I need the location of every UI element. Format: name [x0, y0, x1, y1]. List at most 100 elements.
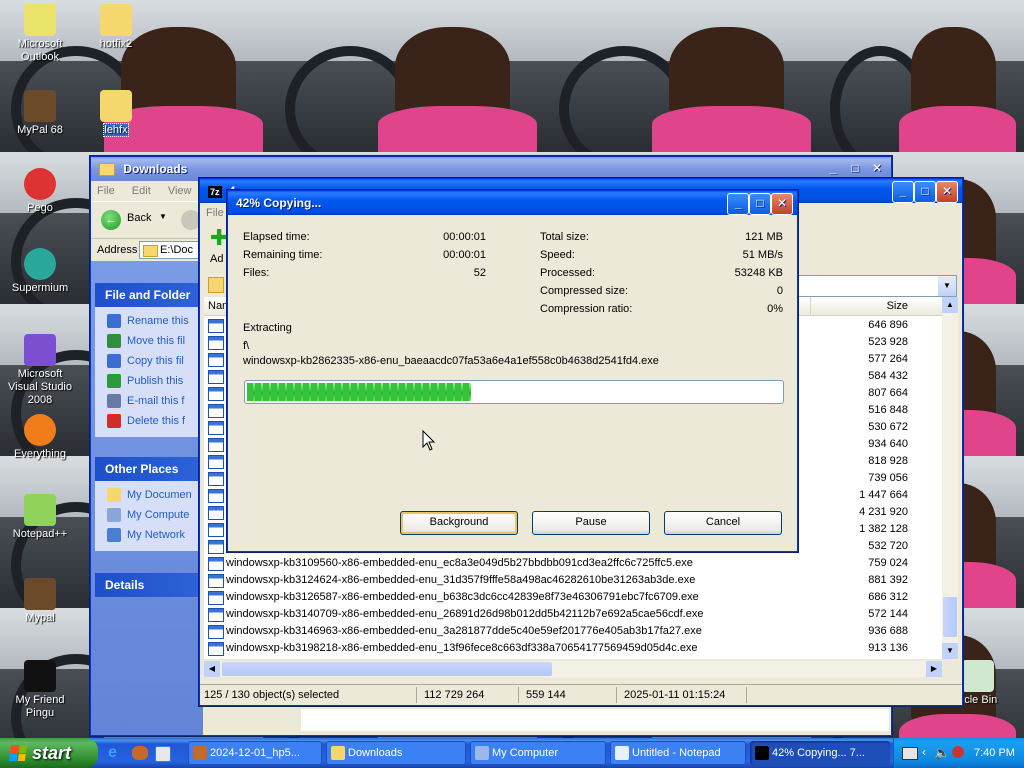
- desktop-icon-label: Supermium: [11, 282, 69, 294]
- file-row[interactable]: windowsxp-kb3140709-x86-embedded-enu_268…: [204, 606, 942, 623]
- copy-dialog-titlebar[interactable]: 42% Copying... _ □ ✕: [228, 191, 797, 215]
- desktop-icon[interactable]: Notepad++: [2, 494, 78, 541]
- details-header[interactable]: Details: [95, 573, 199, 597]
- file-name: windowsxp-kb3146963-x86-embedded-enu_3a2…: [226, 625, 702, 637]
- keyboard-icon[interactable]: [902, 747, 918, 760]
- dialog-maximize-button[interactable]: □: [749, 193, 771, 215]
- volume-icon[interactable]: 🔈: [934, 745, 950, 761]
- back-button[interactable]: Back: [127, 212, 151, 224]
- desktop-icon[interactable]: Mypal: [2, 578, 78, 625]
- scroll-up-icon[interactable]: ▲: [942, 297, 958, 313]
- path-combobox[interactable]: ▼: [797, 275, 957, 297]
- archive-minimize-button[interactable]: _: [892, 181, 914, 203]
- task-link[interactable]: Delete this f: [107, 411, 199, 431]
- details-panel: Details: [95, 573, 199, 597]
- place-link[interactable]: My Compute: [107, 505, 199, 525]
- minimize-button[interactable]: _: [823, 159, 843, 179]
- desktop-icon-label: Microsoft Outlook: [17, 38, 63, 63]
- clock[interactable]: 7:40 PM: [974, 738, 1015, 768]
- taskbar-button[interactable]: 2024-12-01_hp5...: [188, 741, 322, 765]
- task-link[interactable]: Copy this fil: [107, 351, 199, 371]
- task-link[interactable]: Publish this: [107, 371, 199, 391]
- mypal-icon: [24, 578, 56, 610]
- file-row[interactable]: windowsxp-kb3146963-x86-embedded-enu_3a2…: [204, 623, 942, 640]
- desktop-icon[interactable]: Supermium: [2, 248, 78, 295]
- file-row[interactable]: windowsxp-kb3198218-x86-embedded-enu_13f…: [204, 640, 942, 657]
- add-icon[interactable]: ✚: [210, 227, 228, 249]
- chevron-down-icon[interactable]: ▼: [938, 276, 956, 296]
- cancel-button[interactable]: Cancel: [664, 511, 782, 535]
- place-link[interactable]: My Documen: [107, 485, 199, 505]
- dialog-minimize-button[interactable]: _: [727, 193, 749, 215]
- close-button[interactable]: ✕: [867, 159, 887, 179]
- desktop-icon[interactable]: My Friend Pingu: [2, 660, 78, 720]
- chevron-left-icon[interactable]: ‹: [922, 745, 926, 759]
- desktop-icon[interactable]: lehfx: [78, 90, 154, 137]
- archive-maximize-button[interactable]: □: [914, 181, 936, 203]
- background-button[interactable]: Background: [400, 511, 518, 535]
- desktop-icon[interactable]: Pego: [2, 168, 78, 215]
- taskbar-button[interactable]: Downloads: [326, 741, 466, 765]
- processed-label: Processed:: [540, 267, 596, 279]
- back-arrow-icon[interactable]: ←: [101, 210, 121, 230]
- file-row[interactable]: windowsxp-kb3109560-x86-embedded-enu_ec8…: [204, 555, 942, 572]
- file-size: 1 382 128: [859, 523, 908, 535]
- menu-file[interactable]: File: [97, 185, 115, 197]
- compression-ratio-label: Compression ratio:: [540, 303, 633, 315]
- file-row[interactable]: windowsxp-kb3126587-x86-embedded-enu_b63…: [204, 589, 942, 606]
- taskbar-button-label: 42% Copying... 7...: [772, 747, 865, 759]
- network-icon[interactable]: [952, 746, 964, 758]
- menu-view[interactable]: View: [168, 185, 192, 197]
- back-dropdown-icon[interactable]: ▼: [159, 212, 167, 221]
- taskbar-button[interactable]: 42% Copying... 7...: [750, 741, 890, 765]
- taskbar-button[interactable]: My Computer: [470, 741, 606, 765]
- maximize-button[interactable]: □: [845, 159, 865, 179]
- forward-arrow-icon[interactable]: [181, 210, 201, 230]
- scroll-left-icon[interactable]: ◀: [204, 661, 220, 677]
- taskbar-button-label: 2024-12-01_hp5...: [210, 747, 300, 759]
- place-link[interactable]: My Network: [107, 525, 199, 545]
- taskbar: start e 2024-12-01_hp5... Downloads My Com…: [0, 738, 1024, 768]
- start-button[interactable]: start: [0, 738, 98, 768]
- exe-file-icon: [208, 489, 224, 503]
- pause-button[interactable]: Pause: [532, 511, 650, 535]
- internet-explorer-icon[interactable]: e: [108, 745, 124, 761]
- task-icon: [107, 374, 121, 389]
- task-icon: [107, 394, 121, 409]
- menu-edit[interactable]: Edit: [132, 185, 151, 197]
- archive-menu-file[interactable]: File: [206, 207, 224, 219]
- desktop-icon[interactable]: MyPal 68: [2, 90, 78, 137]
- desktop-icon[interactable]: hotfix2: [78, 4, 154, 51]
- processed-value: 53248 KB: [734, 267, 783, 279]
- file-size: 4 231 920: [859, 506, 908, 518]
- exe-file-icon: [208, 574, 224, 588]
- file-row[interactable]: windowsxp-kb3124624-x86-embedded-enu_31d…: [204, 572, 942, 589]
- task-link[interactable]: Rename this: [107, 311, 199, 331]
- taskbar-button[interactable]: Untitled - Notepad: [610, 741, 746, 765]
- scroll-down-icon[interactable]: ▼: [942, 643, 958, 659]
- file-folder-tasks-header[interactable]: File and Folder: [95, 283, 199, 307]
- desktop-icon[interactable]: Microsoft Outlook: [2, 4, 78, 64]
- task-link[interactable]: Move this fil: [107, 331, 199, 351]
- vertical-scrollbar[interactable]: ▲ ▼: [942, 297, 958, 659]
- status-selected-size: 559 144: [526, 689, 566, 701]
- browser-icon[interactable]: [132, 746, 148, 760]
- horizontal-scrollbar[interactable]: ◀ ▶: [204, 661, 942, 677]
- archive-close-button[interactable]: ✕: [936, 181, 958, 203]
- mouse-cursor-icon: [422, 430, 436, 451]
- task-link[interactable]: E-mail this f: [107, 391, 199, 411]
- column-size[interactable]: Size: [887, 297, 908, 315]
- hscrollbar-thumb[interactable]: [222, 662, 552, 676]
- dialog-close-button[interactable]: ✕: [771, 193, 793, 215]
- scroll-right-icon[interactable]: ▶: [926, 661, 942, 677]
- up-folder-icon[interactable]: [208, 277, 224, 293]
- scrollbar-thumb[interactable]: [943, 597, 957, 637]
- show-desktop-icon[interactable]: [155, 746, 171, 762]
- task-icon: [107, 314, 121, 329]
- desktop-icon[interactable]: Microsoft Visual Studio 2008: [2, 334, 78, 407]
- add-button-label[interactable]: Ad: [210, 253, 223, 265]
- file-size: 577 264: [868, 353, 908, 365]
- desktop-icon[interactable]: Everything: [2, 414, 78, 461]
- supermium-icon: [24, 248, 56, 280]
- other-places-header[interactable]: Other Places: [95, 457, 199, 481]
